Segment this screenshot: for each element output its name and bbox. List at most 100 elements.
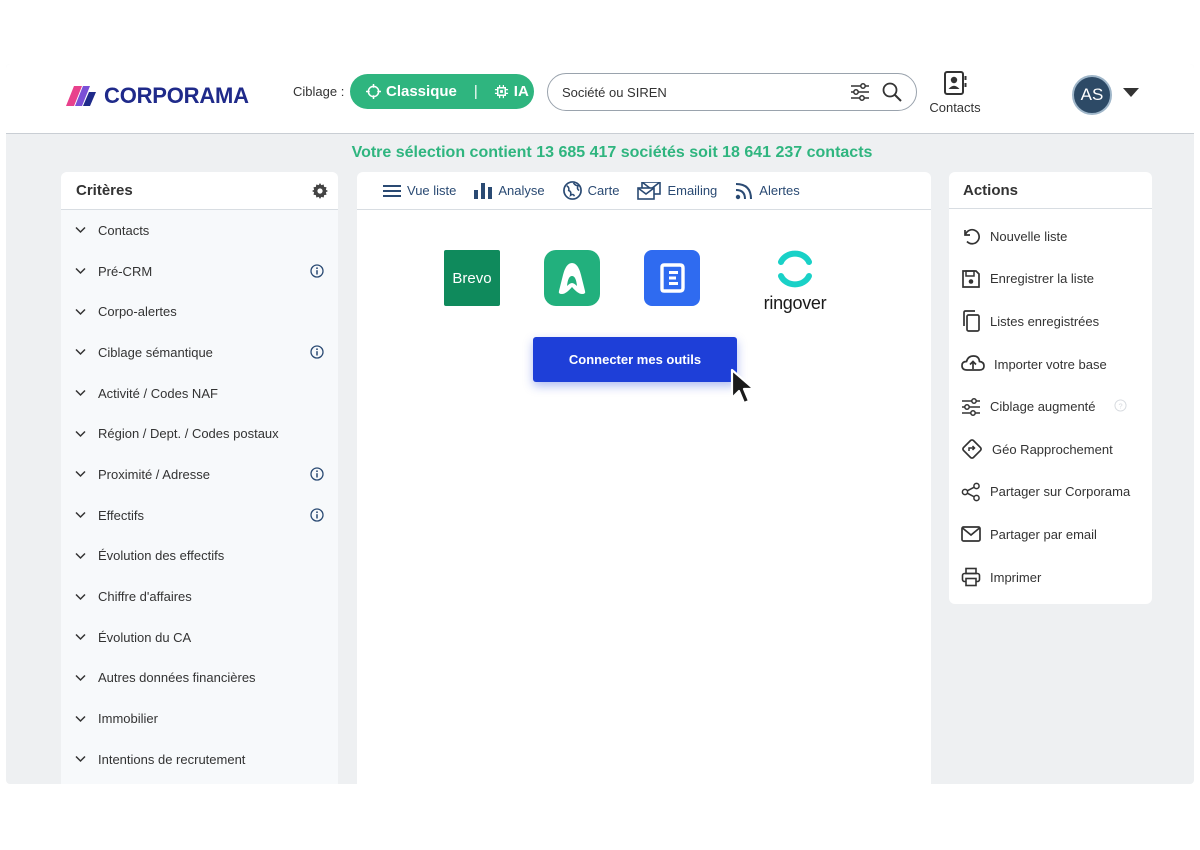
action-geo-rapprochement-label: Géo Rapprochement [992, 441, 1113, 457]
criteria-item[interactable]: Région / Dept. / Codes postaux [61, 413, 338, 454]
lemlist-logo-icon [644, 250, 700, 306]
app-window: CORPORAMA Ciblage : Classique | IA Socié… [6, 64, 1194, 784]
criteria-item-label: Contacts [98, 222, 150, 238]
mouse-pointer-icon [730, 368, 756, 405]
action-geo-rapprochement[interactable]: Géo Rapprochement [949, 428, 1152, 471]
search-icon[interactable] [882, 82, 902, 107]
action-ciblage-augmente[interactable]: Ciblage augmenté ? [949, 385, 1152, 428]
help-icon[interactable]: ? [1114, 399, 1127, 412]
toggle-option-classique[interactable]: Classique [350, 83, 457, 100]
tab-carte-label: Carte [587, 183, 620, 198]
actions-panel: Actions Nouvelle liste Enregistrer la li… [949, 172, 1152, 604]
criteria-item-label: Effectifs [98, 507, 145, 523]
chevron-down-icon [75, 471, 86, 478]
ciblage-label: Ciblage : [293, 84, 345, 99]
criteria-item-label: Intentions de recrutement [98, 751, 246, 767]
contacts-button[interactable]: Contacts [926, 70, 984, 115]
gear-icon[interactable] [312, 182, 328, 199]
action-importer-base-label: Importer votre base [994, 356, 1107, 372]
action-nouvelle-liste[interactable]: Nouvelle liste [949, 215, 1152, 258]
action-importer-base[interactable]: Importer votre base [949, 343, 1152, 386]
bar-chart-icon [474, 182, 493, 199]
brevo-logo: Brevo [444, 250, 500, 306]
action-enregistrer-liste[interactable]: Enregistrer la liste [949, 258, 1152, 301]
criteria-item[interactable]: Chiffre d'affaires [61, 576, 338, 617]
filter-sliders-icon[interactable] [850, 83, 870, 106]
chevron-down-icon [75, 349, 86, 356]
criteria-item[interactable]: Corpo-alertes [61, 291, 338, 332]
cloud-upload-icon [961, 355, 985, 371]
tab-alertes[interactable]: Alertes [735, 182, 800, 200]
ringover-ring-icon [778, 250, 812, 288]
chevron-down-icon [75, 674, 86, 681]
criteria-item-label: Région / Dept. / Codes postaux [98, 426, 279, 442]
criteria-item[interactable]: Évolution des effectifs [61, 536, 338, 577]
criteria-item[interactable]: Autres données financières [61, 658, 338, 699]
caret-down-icon[interactable] [1123, 88, 1139, 97]
toggle-separator: | [473, 83, 478, 100]
avatar[interactable]: AS [1072, 75, 1112, 115]
action-listes-enregistrees-label: Listes enregistrées [990, 313, 1100, 329]
criteria-item-label: Pré-CRM [98, 263, 153, 279]
chevron-down-icon [75, 390, 86, 397]
contact-card-icon [944, 71, 967, 95]
criteria-item[interactable]: Ciblage sémantique [61, 332, 338, 373]
ciblage-toggle[interactable]: Classique | IA [350, 74, 534, 109]
actions-list: Nouvelle liste Enregistrer la liste List… [949, 209, 1152, 598]
criteria-item[interactable]: Immobilier [61, 698, 338, 739]
criteria-item-label: Chiffre d'affaires [98, 589, 192, 605]
ringover-logo: ringover [757, 250, 833, 313]
info-icon[interactable] [310, 264, 324, 278]
ringover-logo-text: ringover [763, 293, 827, 313]
actions-title: Actions [949, 172, 1152, 209]
action-partager-email-label: Partager par email [990, 526, 1097, 542]
globe-icon [562, 181, 582, 200]
criteria-item-label: Proximité / Adresse [98, 466, 210, 482]
tab-emailing[interactable]: Emailing [637, 181, 717, 200]
action-imprimer[interactable]: Imprimer [949, 556, 1152, 599]
criteria-item-label: Activité / Codes NAF [98, 385, 218, 401]
criteria-item[interactable]: Contacts [61, 210, 338, 251]
criteria-item-label: Évolution du CA [98, 629, 192, 645]
integration-logos: Brevo ringover [357, 250, 931, 313]
tab-analyse-label: Analyse [498, 183, 545, 198]
info-icon[interactable] [310, 508, 324, 522]
criteria-item-label: Ciblage sémantique [98, 344, 213, 360]
chevron-down-icon [75, 308, 86, 315]
selection-summary: Votre sélection contient 13 685 417 soci… [351, 144, 873, 161]
share-icon [961, 482, 980, 502]
tab-alertes-label: Alertes [759, 183, 800, 198]
criteria-header: Critères [61, 172, 338, 210]
action-nouvelle-liste-label: Nouvelle liste [990, 228, 1068, 244]
tab-vue-liste-label: Vue liste [407, 183, 457, 198]
criteria-item-label: Évolution des effectifs [98, 548, 225, 564]
logo[interactable]: CORPORAMA [66, 81, 249, 111]
copy-icon [963, 310, 980, 333]
criteria-item[interactable]: Intentions de recrutement [61, 739, 338, 780]
chevron-down-icon [75, 268, 86, 275]
svg-text:?: ? [1118, 402, 1122, 411]
info-icon[interactable] [310, 467, 324, 481]
action-listes-enregistrees[interactable]: Listes enregistrées [949, 300, 1152, 343]
search-input[interactable] [562, 82, 842, 102]
criteria-item[interactable]: Proximité / Adresse [61, 454, 338, 495]
info-icon[interactable] [310, 345, 324, 359]
tab-vue-liste[interactable]: Vue liste [383, 183, 456, 198]
action-partager-email[interactable]: Partager par email [949, 513, 1152, 556]
criteria-item[interactable]: Effectifs [61, 495, 338, 536]
emailing-icon [637, 181, 662, 200]
criteria-item[interactable]: Activité / Codes NAF [61, 373, 338, 414]
action-ciblage-augmente-label: Ciblage augmenté [990, 399, 1096, 415]
crosshair-icon [366, 84, 381, 99]
connect-tools-button[interactable]: Connecter mes outils [533, 337, 737, 382]
action-partager-corporama[interactable]: Partager sur Corporama [949, 471, 1152, 514]
search-bar [547, 73, 917, 111]
toggle-option-ia[interactable]: IA [494, 83, 529, 100]
criteria-item[interactable]: Pré-CRM [61, 251, 338, 292]
logo-mark-icon [66, 86, 96, 106]
criteria-item[interactable]: Évolution du CA [61, 617, 338, 658]
toggle-option-classique-label: Classique [386, 83, 457, 100]
view-tabs: Vue liste Analyse Carte Emailing Alertes [357, 172, 931, 210]
tab-analyse[interactable]: Analyse [474, 182, 545, 199]
tab-carte[interactable]: Carte [562, 181, 620, 200]
